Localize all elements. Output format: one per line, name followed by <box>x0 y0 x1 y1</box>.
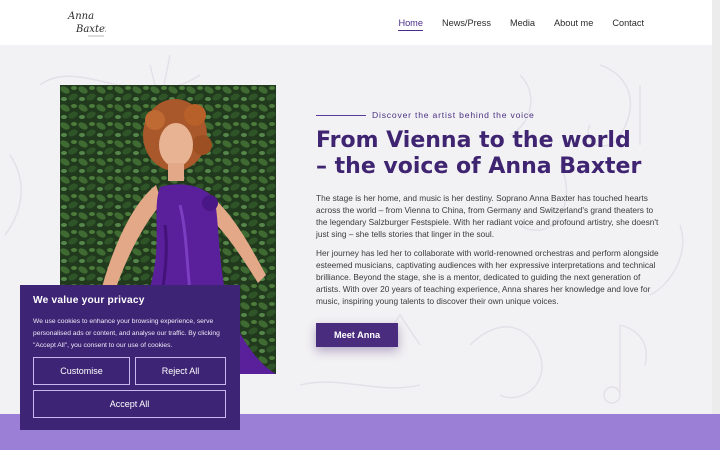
reject-all-button[interactable]: Reject All <box>135 357 226 385</box>
nav-media[interactable]: Media <box>510 18 535 28</box>
hero-title: From Vienna to the world – the voice of … <box>316 128 642 179</box>
page-scrollbar[interactable] <box>712 0 720 450</box>
nav-home[interactable]: Home <box>398 18 423 31</box>
eyebrow-divider <box>316 115 366 116</box>
hero-eyebrow: Discover the artist behind the voice <box>372 110 535 120</box>
nav-contact[interactable]: Contact <box>612 18 644 28</box>
accept-all-button[interactable]: Accept All <box>33 390 226 418</box>
main-nav: Home News/Press Media About me Contact <box>398 0 644 45</box>
customise-button[interactable]: Customise <box>33 357 130 385</box>
meet-anna-button[interactable]: Meet Anna <box>316 323 398 347</box>
cookie-title: We value your privacy <box>33 295 145 306</box>
site-header: Anna Baxter Home News/Press Media About … <box>0 0 712 45</box>
hero-paragraph-1: The stage is her home, and music is her … <box>316 193 659 239</box>
logo-line-1: Anna <box>67 11 94 22</box>
cookie-consent-banner: We value your privacy We use cookies to … <box>20 285 240 430</box>
cookie-body: We use cookies to enhance your browsing … <box>33 318 220 349</box>
logo-line-2: Baxter <box>75 24 106 35</box>
nav-about-me[interactable]: About me <box>554 18 593 28</box>
nav-news-press[interactable]: News/Press <box>442 18 491 28</box>
anna-baxter-logo[interactable]: Anna Baxter <box>66 6 106 40</box>
hero-paragraph-2: Her journey has led her to collaborate w… <box>316 248 659 306</box>
